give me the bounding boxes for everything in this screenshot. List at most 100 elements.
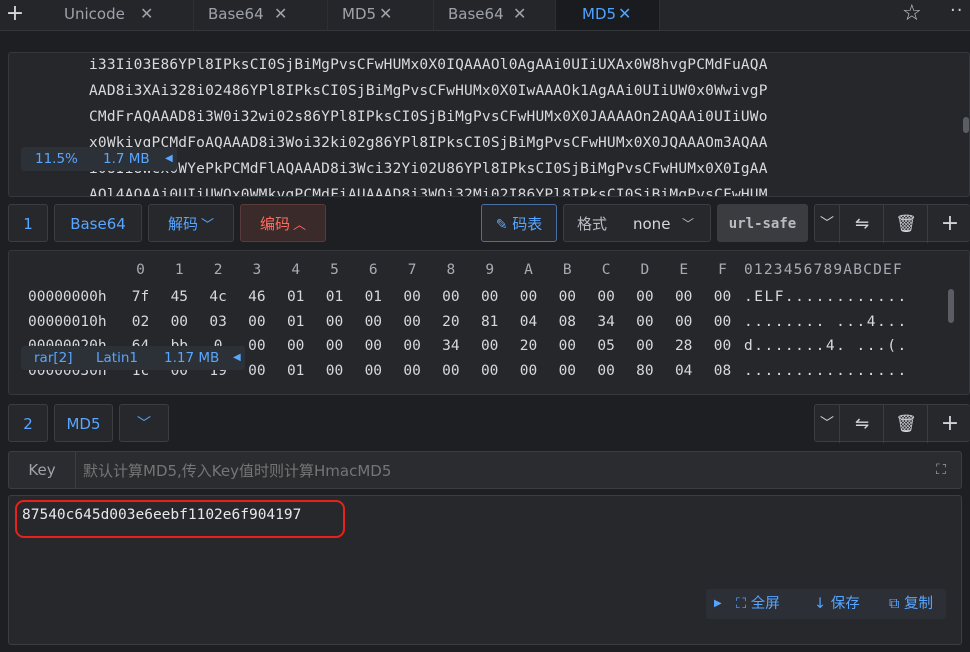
hex-row[interactable]: 00000000h 7f 45 4c 46 01 01 01 00 00 00 00 00 00 00 00 0… (9, 285, 969, 309)
hex-byte[interactable]: 00 (625, 285, 664, 309)
hex-byte[interactable]: 80 (625, 359, 664, 383)
hex-byte[interactable]: 08 (548, 310, 587, 334)
hex-byte[interactable]: 45 (160, 285, 199, 309)
hex-row[interactable]: 00000010h 02 00 03 00 01 00 00 00 20 81 04 08 34 00 00 0… (9, 310, 969, 334)
hex-byte[interactable]: 00 (393, 285, 432, 309)
close-icon[interactable]: ✕ (379, 0, 392, 28)
hex-byte[interactable]: 00 (237, 310, 276, 334)
hex-byte[interactable]: 00 (354, 359, 393, 383)
fullscreen-button[interactable]: ⛶ 全屏 (736, 589, 780, 619)
hex-byte[interactable]: 34 (431, 334, 470, 358)
hex-byte[interactable]: 01 (276, 310, 315, 334)
copy-button[interactable]: ⧉ 复制 (889, 589, 933, 619)
hex-byte[interactable]: 00 (276, 334, 315, 358)
format-select[interactable]: 格式 none ﹀ (563, 204, 711, 242)
encode-button[interactable]: 编码 ︿ (240, 204, 326, 242)
trash-icon[interactable]: 🗑 (883, 405, 928, 443)
hex-byte[interactable]: 00 (664, 310, 703, 334)
hex-byte[interactable]: 01 (354, 285, 393, 309)
play-icon[interactable]: ▶ (714, 589, 722, 619)
hex-byte[interactable]: 20 (431, 310, 470, 334)
hex-byte[interactable]: 00 (393, 310, 432, 334)
hex-byte[interactable]: 01 (276, 285, 315, 309)
hex-byte[interactable]: 00 (470, 285, 509, 309)
hex-byte[interactable]: 00 (625, 310, 664, 334)
star-icon[interactable]: ☆ (902, 1, 922, 26)
hex-byte[interactable]: 02 (121, 310, 160, 334)
char-table-button[interactable]: ✎ 码表 (481, 204, 557, 242)
hex-byte[interactable]: 00 (548, 359, 587, 383)
hex-byte[interactable]: 00 (470, 359, 509, 383)
collapse-arrow-icon[interactable]: ◀ (165, 147, 173, 171)
close-icon[interactable]: ✕ (618, 0, 631, 28)
hex-byte[interactable]: 00 (548, 285, 587, 309)
trash-icon[interactable]: 🗑 (883, 205, 928, 243)
key-input[interactable] (81, 455, 915, 487)
expand-icon[interactable]: ⛶ (921, 452, 961, 488)
hex-byte[interactable]: 00 (509, 285, 548, 309)
add-icon[interactable]: + (927, 405, 970, 443)
vertical-scrollbar[interactable] (963, 117, 969, 133)
new-tab-button[interactable]: + (4, 2, 26, 26)
add-icon[interactable]: + (927, 205, 970, 243)
hex-byte[interactable]: 20 (509, 334, 548, 358)
hex-byte[interactable]: 05 (587, 334, 626, 358)
hex-byte[interactable]: 46 (237, 285, 276, 309)
hex-byte[interactable]: 34 (587, 310, 626, 334)
hex-byte[interactable]: 00 (431, 359, 470, 383)
hex-byte[interactable]: 00 (548, 334, 587, 358)
tab-base64-1[interactable]: Base64 ✕ (194, 0, 328, 30)
mode-button[interactable]: Base64 (54, 204, 142, 242)
hex-byte[interactable]: 00 (703, 334, 742, 358)
more-icon[interactable]: ·· (950, 0, 963, 21)
output-panel[interactable]: 87540c645d003e6eebf1102e6f904197 ▶ ⛶ 全屏 … (8, 495, 962, 645)
hex-byte[interactable]: 00 (703, 285, 742, 309)
hex-byte[interactable]: 00 (393, 359, 432, 383)
chevron-down-icon[interactable]: ﹀ (815, 405, 839, 443)
hex-byte[interactable]: 4c (199, 285, 238, 309)
url-safe-toggle[interactable]: url-safe (717, 204, 808, 242)
hex-byte[interactable]: 00 (315, 310, 354, 334)
hex-byte[interactable]: 00 (625, 334, 664, 358)
hex-byte[interactable]: 28 (664, 334, 703, 358)
input-panel[interactable]: i33Ii03E86YPl8IPksCI0SjBiMgPvsCFwHUMx0X0… (8, 52, 970, 197)
hex-byte[interactable]: 01 (315, 285, 354, 309)
hex-panel[interactable]: 0123456789ABCDEF 0123456789ABCDEF 000000… (8, 250, 970, 395)
hex-byte[interactable]: 00 (315, 359, 354, 383)
tab-unicode[interactable]: Unicode ✕ (50, 0, 194, 30)
hex-byte[interactable]: 7f (121, 285, 160, 309)
chevron-down-icon[interactable]: ﹀ (815, 205, 839, 243)
hex-byte[interactable]: 08 (703, 359, 742, 383)
encoding-label[interactable]: Latin1 (96, 346, 138, 370)
tab-md5-1[interactable]: MD5 ✕ (328, 0, 434, 30)
vertical-scrollbar[interactable] (948, 289, 954, 323)
mode-button[interactable]: MD5 (54, 404, 113, 442)
hex-byte[interactable]: 81 (470, 310, 509, 334)
hex-byte[interactable]: 00 (160, 310, 199, 334)
save-button[interactable]: ↓ 保存 (814, 589, 860, 619)
hex-byte[interactable]: 00 (587, 359, 626, 383)
tab-md5-active[interactable]: MD5 ✕ (556, 0, 660, 30)
hex-byte[interactable]: 00 (664, 285, 703, 309)
close-icon[interactable]: ✕ (513, 0, 526, 28)
collapse-arrow-icon[interactable]: ◀ (233, 346, 241, 370)
hex-byte[interactable]: 00 (470, 334, 509, 358)
hex-byte[interactable]: 00 (703, 310, 742, 334)
hex-byte[interactable]: 04 (664, 359, 703, 383)
close-icon[interactable]: ✕ (274, 0, 287, 28)
hex-byte[interactable]: 04 (509, 310, 548, 334)
hex-byte[interactable]: 00 (315, 334, 354, 358)
hex-byte[interactable]: 00 (587, 285, 626, 309)
swap-icon[interactable]: ⇋ (839, 405, 884, 443)
hex-byte[interactable]: 00 (431, 285, 470, 309)
hex-byte[interactable]: 01 (276, 359, 315, 383)
hex-byte[interactable]: 00 (509, 359, 548, 383)
hex-byte[interactable]: 00 (354, 334, 393, 358)
decode-button[interactable]: 解码 ﹀ (148, 204, 234, 242)
chevron-down-icon[interactable]: ﹀ (119, 404, 169, 442)
hex-byte[interactable]: 03 (199, 310, 238, 334)
hex-byte[interactable]: 00 (354, 310, 393, 334)
md5-result[interactable]: 87540c645d003e6eebf1102e6f904197 (22, 507, 301, 523)
hex-byte[interactable]: 00 (393, 334, 432, 358)
close-icon[interactable]: ✕ (140, 0, 153, 28)
